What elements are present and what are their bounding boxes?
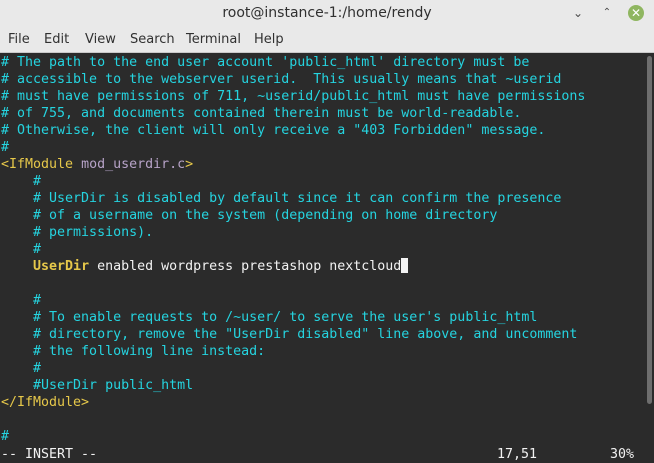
code-line: # permissions). xyxy=(1,225,154,240)
code-line: # xyxy=(1,361,42,376)
menu-terminal[interactable]: Terminal xyxy=(186,32,241,47)
menu-bar: File Edit View Search Terminal Help xyxy=(0,27,654,53)
userdir-value: enabled wordpress prestashop nextcloud xyxy=(89,259,402,274)
close-icon[interactable]: ✕ xyxy=(628,5,644,21)
code-line: # xyxy=(1,429,10,444)
code-line: # UserDir is disabled by default since i… xyxy=(1,191,562,206)
menu-search[interactable]: Search xyxy=(130,32,175,47)
maximize-icon[interactable]: ⌃ xyxy=(597,3,617,23)
menu-edit[interactable]: Edit xyxy=(44,32,69,47)
ifmodule-open-line: <IfModule mod_userdir.c> xyxy=(1,156,193,173)
menu-file[interactable]: File xyxy=(8,32,30,47)
code-line: # Otherwise, the client will only receiv… xyxy=(1,123,546,138)
scroll-percent: 30% xyxy=(610,447,635,462)
code-line: # accessible to the webserver userid. Th… xyxy=(1,72,562,87)
code-line: # xyxy=(1,140,10,155)
ifmodule-close-line: </IfModule> xyxy=(1,395,90,410)
code-line: # To enable requests to /~user/ to serve… xyxy=(1,310,538,325)
userdir-keyword: UserDir xyxy=(33,259,90,274)
code-line: # xyxy=(1,293,42,308)
userdir-directive-line: UserDir enabled wordpress prestashop nex… xyxy=(1,258,409,275)
minimize-icon[interactable]: ⌄ xyxy=(568,3,588,23)
menu-help[interactable]: Help xyxy=(254,32,284,47)
code-line: # of a username on the system (depending… xyxy=(1,208,498,223)
code-line: # directory, remove the "UserDir disable… xyxy=(1,327,578,342)
code-line: # must have permissions of 711, ~userid/… xyxy=(1,89,586,104)
close-button[interactable]: ✕ xyxy=(626,3,646,23)
code-line: # xyxy=(1,242,42,257)
code-line: #UserDir public_html xyxy=(1,378,194,393)
ifmodule-name: mod_userdir.c xyxy=(81,157,186,172)
cursor-position: 17,51 xyxy=(497,447,538,462)
code-line: # the following line instead: xyxy=(1,344,266,359)
menu-view[interactable]: View xyxy=(85,32,116,47)
text-cursor xyxy=(401,258,409,273)
window-title: root@instance-1:/home/rendy xyxy=(222,5,432,21)
scrollbar-thumb[interactable] xyxy=(647,56,652,404)
vim-mode-indicator: -- INSERT -- xyxy=(1,447,98,462)
code-line: # The path to the end user account 'publ… xyxy=(1,55,530,70)
title-bar: root@instance-1:/home/rendy ⌄ ⌃ ✕ xyxy=(0,0,654,27)
ifmodule-open-tag: <IfModule xyxy=(1,157,74,172)
ifmodule-open-end: > xyxy=(185,157,194,172)
code-line: # of 755, and documents contained therei… xyxy=(1,106,522,121)
code-line: # xyxy=(1,174,42,189)
